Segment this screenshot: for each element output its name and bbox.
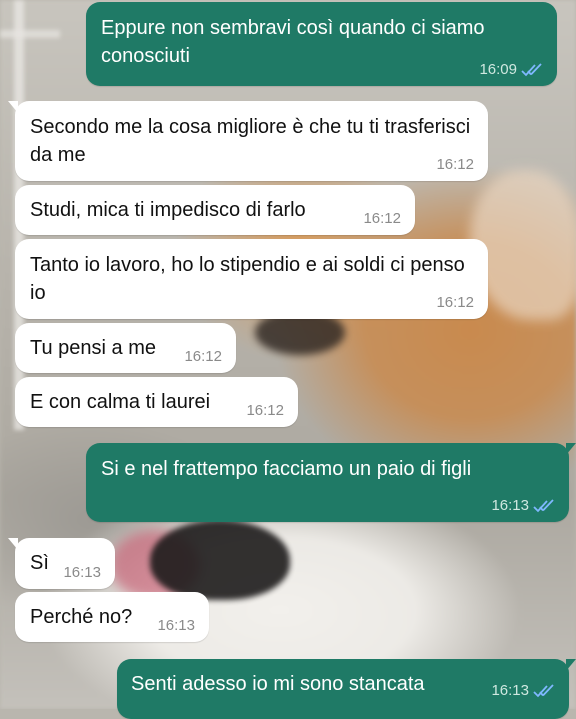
outgoing-message[interactable]: Senti adesso io mi sono stancata 16:13: [117, 659, 576, 719]
double-check-icon: [521, 63, 543, 77]
message-meta: 16:13: [491, 498, 555, 514]
message-text: Eppure non sembravi così quando ci siamo…: [101, 17, 485, 67]
message-meta: 16:12: [436, 295, 474, 311]
message-time: 16:09: [479, 61, 517, 78]
message-text: Secondo me la cosa migliore è che tu ti …: [30, 116, 471, 166]
incoming-message[interactable]: Tu pensi a me 16:12: [15, 323, 236, 373]
message-meta: 16:13: [491, 683, 555, 699]
message-meta: 16:12: [363, 211, 401, 227]
message-text: Si e nel frattempo facciamo un paio di f…: [101, 458, 472, 480]
message-time: 16:12: [184, 348, 222, 365]
outgoing-message[interactable]: Eppure non sembravi così quando ci siamo…: [86, 2, 557, 86]
double-check-icon: [533, 684, 555, 698]
incoming-message[interactable]: Studi, mica ti impedisco di farlo 16:12: [15, 185, 415, 235]
message-meta: 16:09: [479, 62, 543, 78]
message-text: Studi, mica ti impedisco di farlo: [30, 199, 306, 221]
message-time: 16:12: [363, 210, 401, 227]
message-meta: 16:13: [157, 618, 195, 634]
message-meta: 16:12: [436, 157, 474, 173]
incoming-message[interactable]: E con calma ti laurei 16:12: [15, 377, 298, 427]
message-meta: 16:12: [184, 349, 222, 365]
outgoing-message[interactable]: Si e nel frattempo facciamo un paio di f…: [86, 443, 576, 522]
message-time: 16:13: [491, 497, 529, 514]
message-time: 16:12: [436, 294, 474, 311]
incoming-message[interactable]: Tanto io lavoro, ho lo stipendio e ai so…: [15, 239, 488, 319]
message-time: 16:12: [436, 156, 474, 173]
message-list[interactable]: Eppure non sembravi così quando ci siamo…: [0, 0, 576, 719]
double-check-icon: [533, 499, 555, 513]
message-time: 16:13: [157, 617, 195, 634]
incoming-message[interactable]: Secondo me la cosa migliore è che tu ti …: [8, 101, 488, 181]
message-meta: 16:12: [246, 403, 284, 419]
message-time: 16:13: [63, 564, 101, 581]
message-meta: 16:13: [63, 565, 101, 581]
incoming-message[interactable]: Sì 16:13: [8, 538, 115, 589]
message-text: Tanto io lavoro, ho lo stipendio e ai so…: [30, 254, 465, 304]
message-time: 16:12: [246, 402, 284, 419]
incoming-message[interactable]: Perché no? 16:13: [15, 592, 209, 642]
message-time: 16:13: [491, 682, 529, 699]
